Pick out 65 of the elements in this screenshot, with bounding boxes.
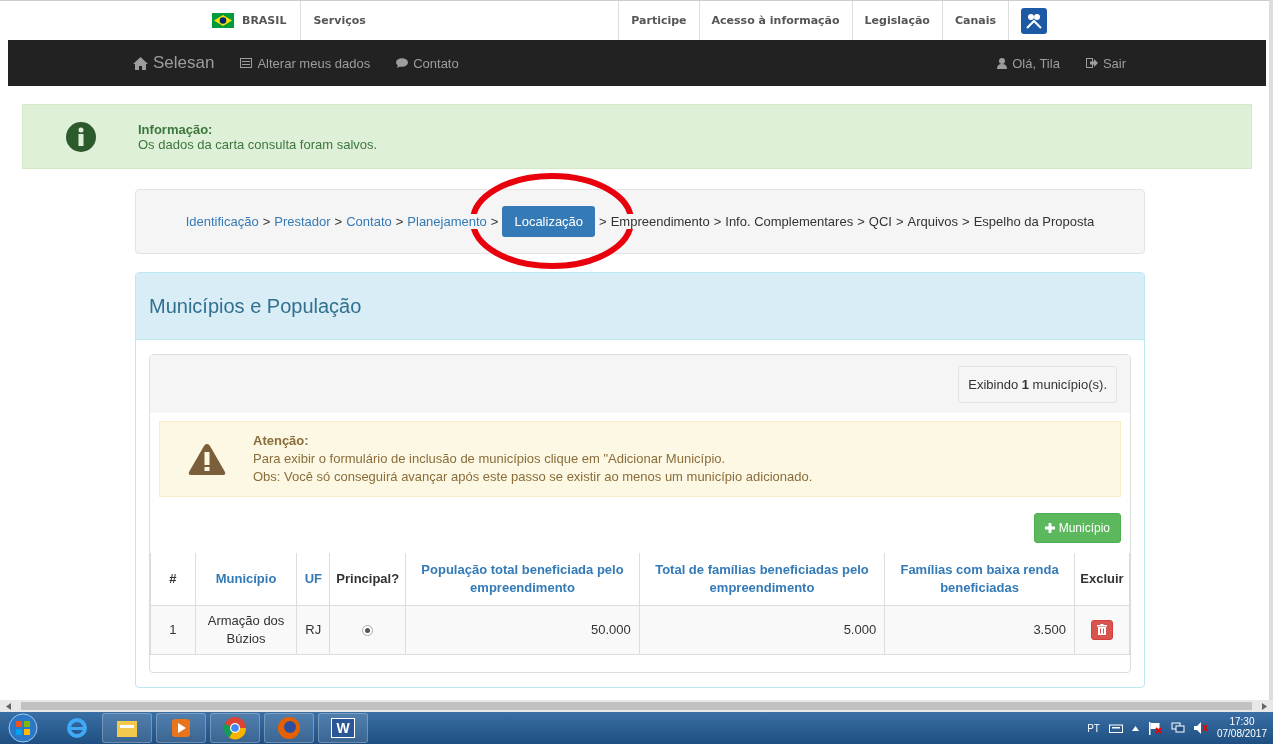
step-link[interactable]: Prestador: [274, 214, 331, 229]
column-header[interactable]: UF: [296, 553, 330, 606]
alert-message: Os dados da carta consulta foram salvos.: [138, 136, 378, 152]
step-label: Espelho da Proposta: [973, 214, 1095, 229]
column-header: Excluir: [1074, 553, 1130, 606]
nav-link[interactable]: Contato: [396, 55, 459, 71]
count-label: Exibindo 1 município(s).: [958, 365, 1117, 403]
keyboard-icon[interactable]: [1108, 723, 1123, 733]
column-header[interactable]: Total de famílias beneficiadas pelo empreendimento: [639, 553, 885, 606]
table-cell: 3.500: [884, 605, 1075, 655]
step-label: QCI: [868, 214, 892, 229]
left-arrow-icon[interactable]: [6, 702, 11, 710]
user-link[interactable]: Olá, Tila: [997, 55, 1060, 71]
info-icon: [65, 121, 96, 152]
step-label: Arquivos: [907, 214, 959, 229]
table-cell: Armação dos Búzios: [195, 605, 297, 655]
list-icon: [240, 58, 253, 68]
panel-title: Municípios e População: [136, 273, 1144, 340]
plus-icon: [1044, 523, 1055, 533]
accessibility-icon[interactable]: [1021, 7, 1047, 34]
table-cell: RJ: [296, 605, 330, 655]
column-header[interactable]: Famílias com baixa renda beneficiadas: [884, 553, 1075, 606]
start-button[interactable]: [6, 713, 40, 743]
user-icon: [997, 57, 1008, 69]
caret-up-icon[interactable]: [1131, 725, 1139, 731]
step-label: Info. Complementares: [725, 214, 854, 229]
table-cell: 5.000: [639, 605, 885, 655]
flag-icon[interactable]: [1147, 721, 1162, 735]
column-header: Principal?: [329, 553, 406, 606]
warning-title: Atenção:: [253, 432, 310, 450]
column-header: #: [150, 553, 196, 606]
principal-radio[interactable]: [362, 625, 374, 637]
clock[interactable]: 17:30 07/08/2017: [1216, 716, 1267, 740]
gov-link[interactable]: Participe: [619, 1, 699, 40]
right-arrow-icon[interactable]: [1262, 702, 1267, 710]
table-cell: 1: [150, 605, 196, 655]
step-link[interactable]: Identificação: [185, 214, 259, 229]
step-tab[interactable]: Localização: [502, 206, 596, 237]
warning-icon: [187, 442, 226, 476]
brand-link[interactable]: Selesan: [133, 53, 215, 73]
trash-icon: [1096, 624, 1107, 636]
logout-link[interactable]: Sair: [1085, 55, 1126, 71]
table-cell: 50.000: [405, 605, 640, 655]
chat-icon: [396, 58, 409, 68]
language-indicator[interactable]: PT: [1087, 722, 1100, 734]
nav-link[interactable]: Alterar meus dados: [240, 55, 371, 71]
delete-button[interactable]: [1090, 619, 1113, 640]
column-header[interactable]: Município: [195, 553, 297, 606]
step-label: Empreendimento: [610, 214, 710, 229]
speaker-icon[interactable]: [1193, 722, 1208, 734]
flag-icon: [212, 13, 234, 28]
warning-text: Para exibir o formulário de inclusão de municípios clique em "Adicionar Município.: [253, 450, 727, 468]
word-icon[interactable]: W: [331, 718, 355, 738]
home-icon: [133, 56, 148, 70]
play-icon[interactable]: [171, 718, 191, 738]
country-label[interactable]: BRASIL: [242, 14, 287, 27]
sign-out-icon: [1085, 58, 1098, 68]
column-header[interactable]: População total beneficiada pelo empreendimento: [405, 553, 640, 606]
alert-title: Informação:: [138, 121, 214, 137]
network-icon[interactable]: [1170, 722, 1185, 734]
browser-icon[interactable]: [65, 716, 89, 740]
step-link[interactable]: Contato: [346, 214, 392, 229]
warning-text: Obs: Você só conseguirá avançar após este passo se existir ao menos um município adicionado.: [253, 468, 813, 486]
chrome-icon[interactable]: [223, 716, 247, 740]
step-link[interactable]: Planejamento: [407, 214, 487, 229]
